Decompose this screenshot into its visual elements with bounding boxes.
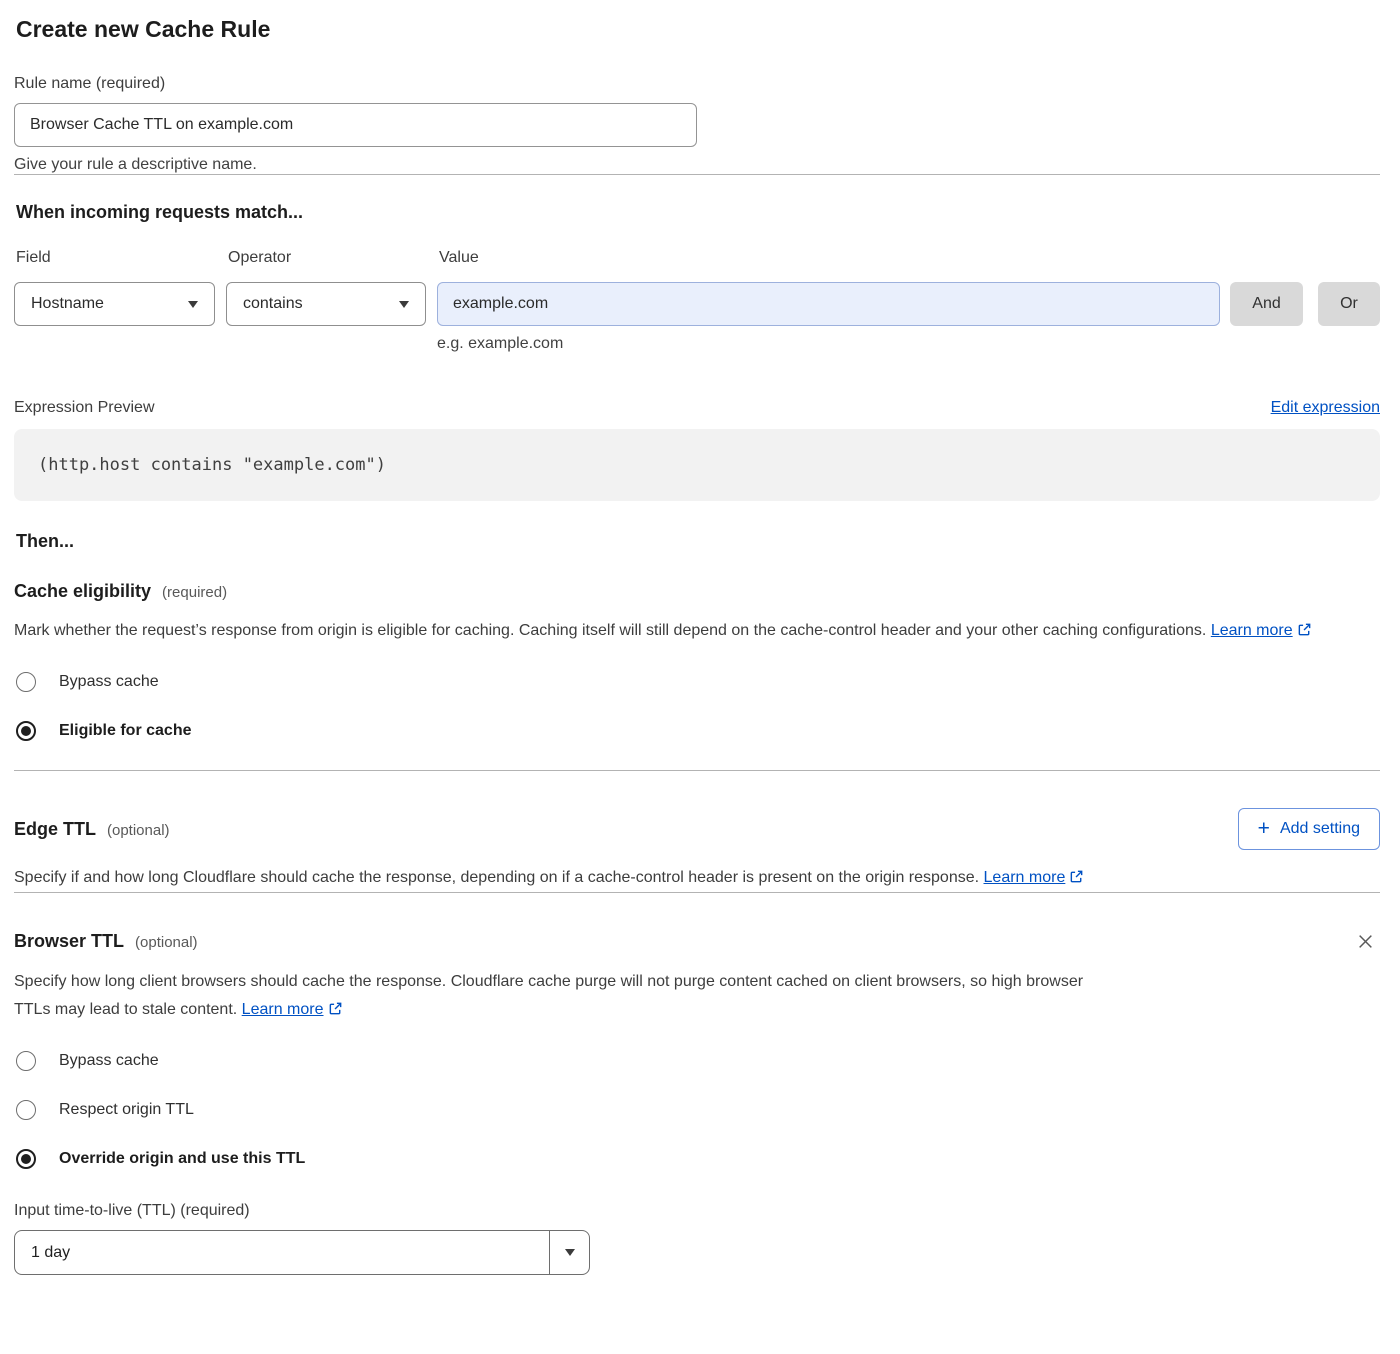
match-condition-row: Field Hostname Operator contains Value e…	[14, 249, 1380, 353]
close-icon	[1357, 933, 1374, 950]
expression-preview-row: Expression Preview Edit expression	[14, 399, 1380, 417]
match-heading: When incoming requests match...	[16, 202, 1380, 223]
radio-option-label: Bypass cache	[59, 1052, 159, 1070]
radio-circle-icon	[16, 1100, 36, 1120]
section-divider	[14, 174, 1380, 175]
edge-ttl-header: Edge TTL (optional) + Add setting	[14, 808, 1380, 850]
expression-code: (http.host contains "example.com")	[38, 455, 386, 475]
section-divider	[14, 892, 1380, 893]
value-help: e.g. example.com	[437, 335, 1220, 353]
ttl-input-label: Input time-to-live (TTL) (required)	[14, 1202, 1380, 1220]
add-setting-button[interactable]: + Add setting	[1238, 808, 1380, 850]
chevron-down-icon	[188, 301, 198, 308]
cache-eligibility-learn-more-link[interactable]: Learn more	[1211, 622, 1293, 639]
close-browser-ttl-button[interactable]	[1353, 929, 1378, 954]
edge-ttl-optional-tag: (optional)	[107, 822, 170, 839]
then-heading: Then...	[16, 531, 1380, 552]
and-button[interactable]: And	[1230, 282, 1303, 326]
browser-ttl-description-text: Specify how long client browsers should …	[14, 973, 1083, 1018]
external-link-icon	[1069, 869, 1084, 884]
cache-eligibility-radio-group: Bypass cache Eligible for cache	[14, 672, 1380, 741]
page-title: Create new Cache Rule	[16, 16, 1380, 43]
operator-select-value: contains	[243, 295, 303, 313]
browser-ttl-optional-tag: (optional)	[135, 934, 198, 951]
external-link-icon	[1297, 622, 1312, 637]
plus-icon: +	[1258, 818, 1270, 839]
external-link-icon	[328, 1001, 343, 1016]
ttl-select[interactable]: 1 day	[14, 1230, 590, 1275]
browser-ttl-title: Browser TTL	[14, 931, 124, 952]
radio-circle-icon	[16, 1149, 36, 1169]
field-label: Field	[16, 249, 215, 267]
radio-circle-icon	[16, 672, 36, 692]
radio-circle-icon	[16, 1051, 36, 1071]
radio-option-eligible-for-cache[interactable]: Eligible for cache	[14, 721, 1380, 741]
edit-expression-link[interactable]: Edit expression	[1271, 399, 1380, 417]
radio-option-label: Bypass cache	[59, 673, 159, 691]
chevron-down-icon	[565, 1249, 575, 1256]
cache-eligibility-description-text: Mark whether the request’s response from…	[14, 622, 1206, 639]
value-input[interactable]	[437, 282, 1220, 326]
field-select-value: Hostname	[31, 295, 104, 313]
radio-circle-icon	[16, 721, 36, 741]
expression-code-block: (http.host contains "example.com")	[14, 429, 1380, 501]
browser-ttl-header: Browser TTL (optional)	[14, 929, 1380, 954]
cache-eligibility-required-tag: (required)	[162, 584, 227, 601]
browser-ttl-learn-more-link[interactable]: Learn more	[242, 1001, 324, 1018]
operator-label: Operator	[228, 249, 426, 267]
ttl-select-value: 1 day	[15, 1231, 549, 1274]
radio-option-label: Override origin and use this TTL	[59, 1150, 305, 1168]
rule-name-input[interactable]	[14, 103, 697, 147]
chevron-down-icon	[399, 301, 409, 308]
browser-ttl-description: Specify how long client browsers should …	[14, 968, 1104, 1024]
expression-preview-label: Expression Preview	[14, 399, 155, 417]
radio-option-respect-origin-ttl[interactable]: Respect origin TTL	[14, 1100, 1380, 1120]
edge-ttl-title: Edge TTL	[14, 819, 96, 840]
radio-option-bypass-cache[interactable]: Bypass cache	[14, 672, 1380, 692]
or-button[interactable]: Or	[1318, 282, 1380, 326]
cache-eligibility-title: Cache eligibility	[14, 581, 151, 602]
edge-ttl-learn-more-link[interactable]: Learn more	[984, 869, 1066, 886]
cache-eligibility-heading: Cache eligibility (required)	[14, 581, 1380, 602]
value-label: Value	[439, 249, 1220, 267]
section-divider	[14, 770, 1380, 771]
operator-select[interactable]: contains	[226, 282, 426, 326]
radio-option-label: Respect origin TTL	[59, 1101, 194, 1119]
cache-eligibility-description: Mark whether the request’s response from…	[14, 617, 1359, 645]
rule-name-label: Rule name (required)	[14, 75, 1380, 93]
rule-name-help: Give your rule a descriptive name.	[14, 156, 1380, 174]
radio-option-bypass-cache[interactable]: Bypass cache	[14, 1051, 1380, 1071]
add-setting-label: Add setting	[1280, 820, 1360, 838]
ttl-select-arrow-button[interactable]	[549, 1231, 589, 1274]
edge-ttl-description: Specify if and how long Cloudflare shoul…	[14, 864, 1119, 892]
radio-option-label: Eligible for cache	[59, 722, 191, 740]
browser-ttl-radio-group: Bypass cache Respect origin TTL Override…	[14, 1051, 1380, 1169]
field-select[interactable]: Hostname	[14, 282, 215, 326]
edge-ttl-description-text: Specify if and how long Cloudflare shoul…	[14, 869, 979, 886]
radio-option-override-origin-ttl[interactable]: Override origin and use this TTL	[14, 1149, 1380, 1169]
